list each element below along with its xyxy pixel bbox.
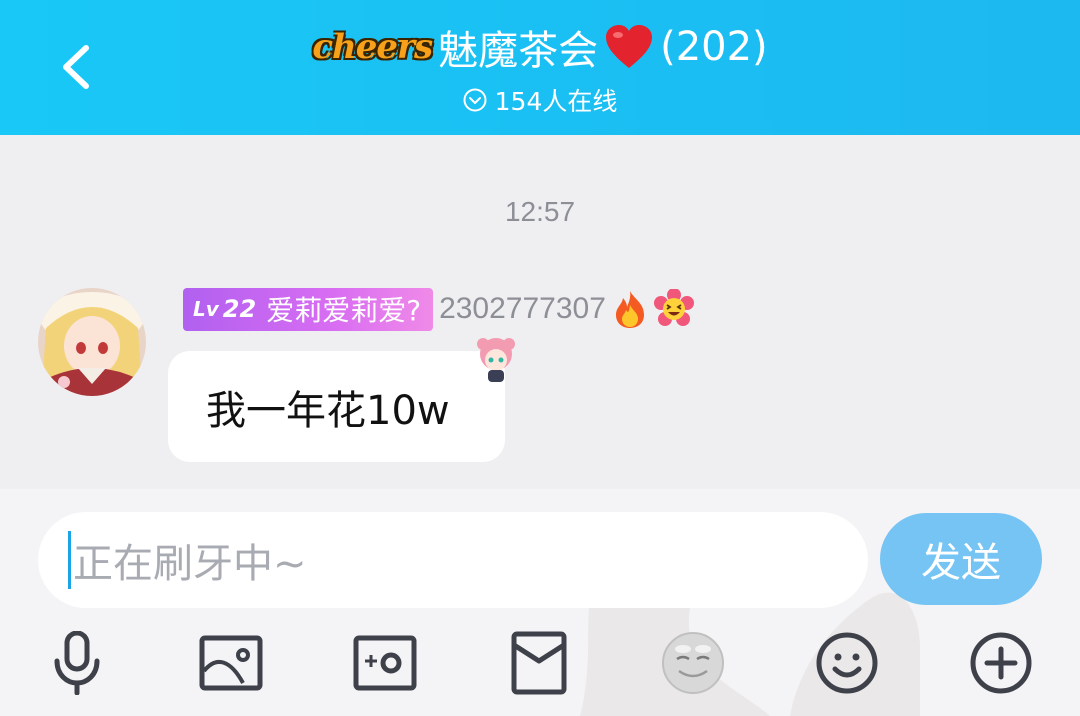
group-name: 魅魔茶会 (438, 28, 599, 74)
red-packet-icon[interactable] (503, 627, 575, 699)
anime-girl-sticker-icon (477, 338, 515, 382)
online-count: 154人在线 (494, 87, 618, 116)
message-text: 我一年花10w (206, 387, 450, 434)
message-input[interactable]: 正在刷牙中~ (38, 512, 868, 608)
level-prefix: Lv (193, 297, 219, 321)
input-placeholder: 正在刷牙中~ (73, 541, 307, 587)
chat-header: cheers 魅魔茶会 (202) 154人在线 (0, 0, 1080, 135)
message-timestamp: 12:57 (504, 196, 576, 227)
input-panel: 正在刷牙中~ 发送 (0, 489, 1080, 716)
avatar[interactable] (38, 288, 146, 396)
image-icon[interactable] (195, 627, 267, 699)
member-title: 爱莉爱莉爱? (266, 294, 422, 327)
sender-id[interactable]: 2302777307 (439, 292, 606, 326)
level-badge[interactable]: Lv 22 爱莉爱莉爱? (183, 287, 434, 331)
avatar-image (38, 288, 146, 396)
sender-info: Lv 22 爱莉爱莉爱? 2302777307 (183, 287, 694, 331)
plus-icon[interactable] (965, 627, 1037, 699)
chevron-down-circle-icon (463, 88, 487, 112)
cheers-logo: cheers (312, 27, 433, 67)
laughing-flower-icon (653, 289, 694, 326)
fire-icon (615, 291, 644, 328)
heart-icon (606, 25, 653, 68)
text-caret (68, 531, 71, 589)
member-count: (202) (660, 24, 768, 70)
message-bubble[interactable]: 我一年花10w (168, 351, 505, 462)
microphone-icon[interactable] (41, 627, 113, 699)
emoji-icon[interactable] (811, 627, 883, 699)
camera-icon[interactable] (349, 627, 421, 699)
level-number: 22 (222, 295, 257, 323)
chat-title[interactable]: cheers 魅魔茶会 (202) (0, 18, 1080, 76)
face-sticker-icon[interactable] (657, 627, 729, 699)
online-status[interactable]: 154人在线 (0, 82, 1080, 118)
send-button[interactable]: 发送 (880, 513, 1042, 605)
